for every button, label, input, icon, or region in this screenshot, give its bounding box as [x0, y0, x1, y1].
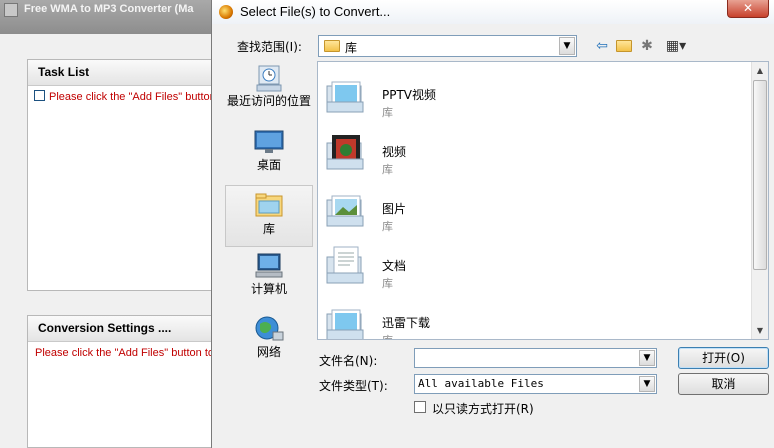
task-list-header: Task List: [28, 60, 226, 86]
conversion-hint: Please click the "Add Files" button to: [35, 347, 215, 359]
cancel-button[interactable]: 取消: [678, 373, 769, 395]
open-file-dialog: Select File(s) to Convert... ✕ 查找范围(I): …: [211, 0, 774, 448]
conversion-settings-header: Conversion Settings ....: [28, 316, 226, 342]
videos-library-icon: [324, 129, 370, 175]
file-item[interactable]: 迅雷下载 库: [322, 296, 722, 339]
file-type: 库: [382, 220, 393, 233]
dialog-title: Select File(s) to Convert...: [240, 4, 391, 19]
scrollbar-thumb[interactable]: [753, 80, 767, 270]
look-in-dropdown[interactable]: 库 ▼: [318, 35, 577, 57]
filename-label: 文件名(N):: [319, 354, 378, 368]
place-label: 桌面: [256, 158, 281, 172]
view-menu-icon[interactable]: ▦▾: [660, 38, 692, 54]
file-name: 文档: [382, 259, 407, 273]
dialog-titlebar: Select File(s) to Convert... ✕: [212, 0, 774, 24]
file-type: 库: [382, 332, 393, 339]
file-name: PPTV视频: [382, 88, 437, 102]
place-network[interactable]: 网络: [225, 314, 313, 359]
pictures-library-icon: [324, 186, 370, 232]
documents-library-icon: [324, 243, 370, 289]
libraries-folder-icon: [324, 40, 340, 52]
file-list[interactable]: PPTV视频 库 视频 库 图片 库 文档 库 迅雷下载 ▲ ▼: [317, 61, 769, 340]
readonly-checkbox[interactable]: [414, 401, 426, 413]
file-item[interactable]: 图片 库: [322, 182, 722, 236]
xunlei-library-icon: [324, 300, 370, 339]
file-list-scrollbar[interactable]: ▲ ▼: [751, 62, 768, 339]
desktop-icon: [253, 127, 285, 157]
network-icon: [253, 314, 285, 344]
new-folder-icon[interactable]: ✱: [637, 38, 657, 54]
file-item[interactable]: 视频 库: [322, 125, 722, 179]
task-checkbox[interactable]: [34, 90, 45, 101]
open-button[interactable]: 打开(O): [678, 347, 769, 369]
app-title: Free WMA to MP3 Converter (Ma: [24, 3, 194, 15]
places-bar: 最近访问的位置 桌面 库 计算机 网络: [225, 61, 317, 376]
place-computer[interactable]: 计算机: [225, 251, 313, 296]
close-button[interactable]: ✕: [727, 0, 769, 18]
recent-places-icon: [253, 63, 285, 93]
chevron-down-icon[interactable]: ▼: [639, 350, 655, 366]
look-in-label: 查找范围(I):: [237, 40, 302, 54]
chevron-down-icon[interactable]: ▼: [639, 376, 655, 392]
file-name: 图片: [382, 202, 407, 216]
pptv-library-icon: [324, 72, 370, 118]
filetype-label: 文件类型(T):: [319, 379, 388, 393]
file-type: 库: [382, 106, 393, 119]
file-type: 库: [382, 163, 393, 176]
chevron-down-icon[interactable]: ▼: [559, 37, 575, 55]
task-list-panel: Task List Please click the "Add Files" b…: [27, 59, 227, 291]
filetype-value: All available Files: [418, 377, 544, 390]
app-icon: [4, 3, 18, 17]
file-item[interactable]: PPTV视频 库: [322, 68, 722, 122]
place-recent[interactable]: 最近访问的位置: [225, 63, 313, 108]
look-in-value: 库: [345, 41, 358, 55]
file-type: 库: [382, 277, 393, 290]
file-name: 迅雷下载: [382, 316, 431, 330]
up-folder-icon[interactable]: [614, 38, 634, 54]
file-item[interactable]: 文档 库: [322, 239, 722, 293]
filetype-select[interactable]: All available Files ▼: [414, 374, 657, 394]
place-label: 网络: [256, 345, 281, 359]
place-libraries[interactable]: 库: [225, 185, 313, 247]
conversion-settings-panel: Conversion Settings .... Please click th…: [27, 315, 227, 448]
back-arrow-icon[interactable]: ⇦: [592, 38, 612, 54]
scroll-down-icon[interactable]: ▼: [752, 322, 768, 339]
scroll-up-icon[interactable]: ▲: [752, 62, 768, 79]
place-label: 库: [262, 222, 275, 236]
place-label: 计算机: [250, 282, 287, 296]
computer-icon: [253, 251, 285, 281]
readonly-label: 以只读方式打开(R): [432, 402, 534, 416]
place-label: 最近访问的位置: [226, 94, 311, 108]
task-list-hint-row[interactable]: Please click the "Add Files" button: [34, 90, 216, 103]
task-list-hint: Please click the "Add Files" button: [49, 91, 216, 103]
place-desktop[interactable]: 桌面: [225, 127, 313, 172]
filename-input[interactable]: ▼: [414, 348, 657, 368]
libraries-icon: [253, 191, 285, 221]
dialog-app-icon: [219, 5, 233, 19]
file-name: 视频: [382, 145, 407, 159]
